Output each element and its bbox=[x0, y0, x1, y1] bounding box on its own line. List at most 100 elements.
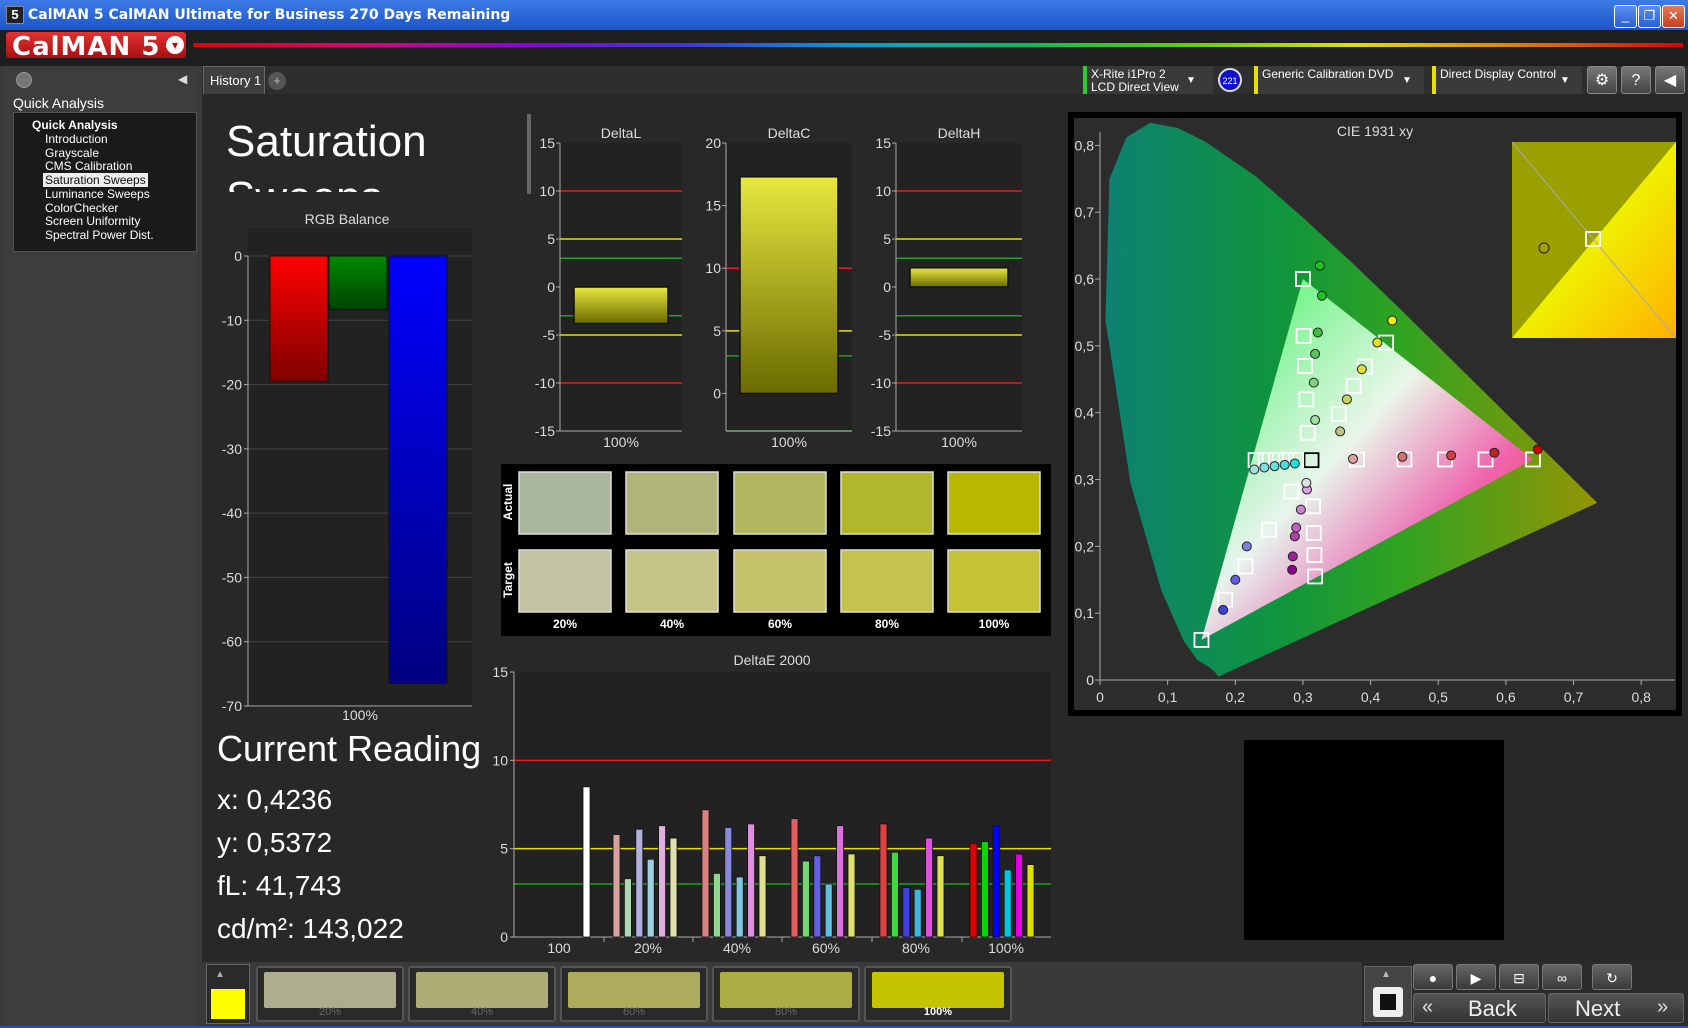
de-bar bbox=[612, 834, 621, 938]
play-button[interactable]: ▶ bbox=[1456, 964, 1496, 990]
target-swatch bbox=[733, 549, 827, 613]
delta-ytick-label: 20 bbox=[705, 135, 721, 151]
measured-point bbox=[1249, 464, 1260, 475]
delta-bar bbox=[909, 267, 1009, 288]
de-bar bbox=[758, 855, 767, 938]
next-button[interactable]: Next » bbox=[1548, 993, 1684, 1023]
delta-ytick-label: -10 bbox=[535, 375, 555, 391]
cie-xtick-label: 0,3 bbox=[1293, 689, 1313, 705]
de-bar bbox=[936, 855, 945, 938]
delta-xlabel: 100% bbox=[941, 434, 977, 450]
de-xtick-label: 80% bbox=[902, 940, 930, 956]
refresh-icon[interactable]: ↻ bbox=[1592, 964, 1632, 990]
record-button[interactable]: ● bbox=[1413, 964, 1453, 990]
swatch-row-actual: Actual bbox=[501, 484, 515, 521]
cie-xtick-label: 0,1 bbox=[1158, 689, 1178, 705]
delta-ytick-label: 5 bbox=[547, 231, 555, 247]
de-bar bbox=[1015, 853, 1023, 938]
measured-point bbox=[1314, 260, 1325, 271]
delta-ytick-label: 5 bbox=[883, 231, 891, 247]
measured-point bbox=[1356, 364, 1367, 375]
target-swatch bbox=[625, 549, 719, 613]
patch-button[interactable]: 100% bbox=[864, 966, 1012, 1022]
back-button[interactable]: « Back bbox=[1413, 993, 1546, 1023]
de-bar bbox=[635, 828, 644, 938]
patch-label: 60% bbox=[622, 1006, 646, 1018]
de-bar bbox=[847, 853, 856, 938]
de-bar bbox=[790, 818, 799, 938]
scroll-handle[interactable] bbox=[527, 114, 531, 194]
measured-point bbox=[1269, 461, 1280, 472]
measured-point bbox=[1289, 458, 1300, 469]
delta-xlabel: 100% bbox=[603, 434, 639, 450]
de-bar bbox=[713, 873, 721, 938]
measured-point bbox=[1287, 564, 1298, 575]
target-swatch bbox=[947, 549, 1041, 613]
delta-ytick-label: 10 bbox=[539, 183, 555, 199]
patch-button[interactable]: 40% bbox=[408, 966, 556, 1022]
patch-swatch bbox=[568, 972, 700, 1008]
patch-button[interactable]: 60% bbox=[560, 966, 708, 1022]
delta-ytick-label: 0 bbox=[713, 385, 721, 401]
measured-point bbox=[1446, 450, 1457, 461]
stop-button[interactable] bbox=[1373, 987, 1403, 1017]
measured-point bbox=[1308, 377, 1319, 388]
delta-title: DeltaC bbox=[768, 125, 811, 141]
measured-point bbox=[1310, 415, 1321, 426]
cie-ytick-label: 0,7 bbox=[1075, 204, 1095, 220]
cie-ytick-label: 0,8 bbox=[1075, 137, 1095, 153]
rgb-ytick-label: -40 bbox=[222, 505, 242, 521]
de-xtick-label: 100% bbox=[988, 940, 1024, 956]
swatch-label: 60% bbox=[768, 617, 792, 631]
current-patch-box[interactable]: ▲ bbox=[206, 964, 250, 1024]
rgb-balance-chart: RGB Balance 0 -10 -20 -30 -40 -50 -60 -70 100% bbox=[222, 211, 472, 723]
patch-button[interactable]: 80% bbox=[712, 966, 860, 1022]
delta-ytick-label: 0 bbox=[883, 279, 891, 295]
de-bar bbox=[582, 786, 591, 938]
swatch-label: 80% bbox=[875, 617, 899, 631]
reading-y: y: 0,5372 bbox=[217, 827, 333, 858]
stop-panel: ▲ bbox=[1364, 966, 1412, 1022]
patch-label: 80% bbox=[774, 1006, 798, 1018]
next-label: Next bbox=[1575, 996, 1621, 1021]
actual-swatch bbox=[840, 471, 934, 535]
cie-ytick-label: 0,1 bbox=[1075, 605, 1095, 621]
delta-ytick-label: -10 bbox=[871, 375, 891, 391]
continuous-button[interactable]: ∞ bbox=[1542, 964, 1582, 990]
measured-point bbox=[1387, 315, 1398, 326]
de-bar bbox=[802, 860, 810, 938]
swatch-label: 100% bbox=[979, 617, 1010, 631]
rgb-balance-title: RGB Balance bbox=[305, 211, 390, 227]
inset-measured-point bbox=[1538, 242, 1550, 254]
delta-ytick-label: 10 bbox=[705, 260, 721, 276]
patch-swatch bbox=[416, 972, 548, 1008]
de-bar bbox=[646, 858, 655, 938]
measured-point bbox=[1312, 327, 1323, 338]
de-bar bbox=[902, 887, 911, 938]
cie-xtick-label: 0,8 bbox=[1631, 689, 1651, 705]
cie-xtick-label: 0,2 bbox=[1226, 689, 1246, 705]
measured-point bbox=[1310, 348, 1321, 359]
delta-ytick-label: 0 bbox=[547, 279, 555, 295]
de-xtick-label: 40% bbox=[723, 940, 751, 956]
eject-icon[interactable]: ▲ bbox=[1381, 969, 1391, 980]
delta-ytick-label: -5 bbox=[543, 327, 556, 343]
read-series-button[interactable]: ⊟ bbox=[1499, 964, 1539, 990]
de-xtick-label: 100 bbox=[547, 940, 571, 956]
patch-button[interactable]: 20% bbox=[256, 966, 404, 1022]
patch-label: 20% bbox=[318, 1006, 342, 1018]
de-bar bbox=[981, 841, 989, 938]
de-bar bbox=[724, 827, 733, 938]
cie-ytick-label: 0,3 bbox=[1075, 472, 1095, 488]
delta-ytick-label: -5 bbox=[879, 327, 892, 343]
de-bar bbox=[1003, 869, 1012, 938]
swatch-panel: Actual Target 20% 40% 60% 80% 100% bbox=[501, 464, 1051, 636]
reading-fl: fL: 41,743 bbox=[217, 870, 342, 901]
delta-title: DeltaH bbox=[938, 125, 981, 141]
swatch-label: 40% bbox=[660, 617, 684, 631]
delta-ytick-label: 15 bbox=[539, 135, 555, 151]
measured-point bbox=[1372, 337, 1383, 348]
actual-swatch bbox=[947, 471, 1041, 535]
rgb-bar bbox=[328, 255, 388, 310]
rgb-ytick-label: -50 bbox=[222, 569, 242, 585]
